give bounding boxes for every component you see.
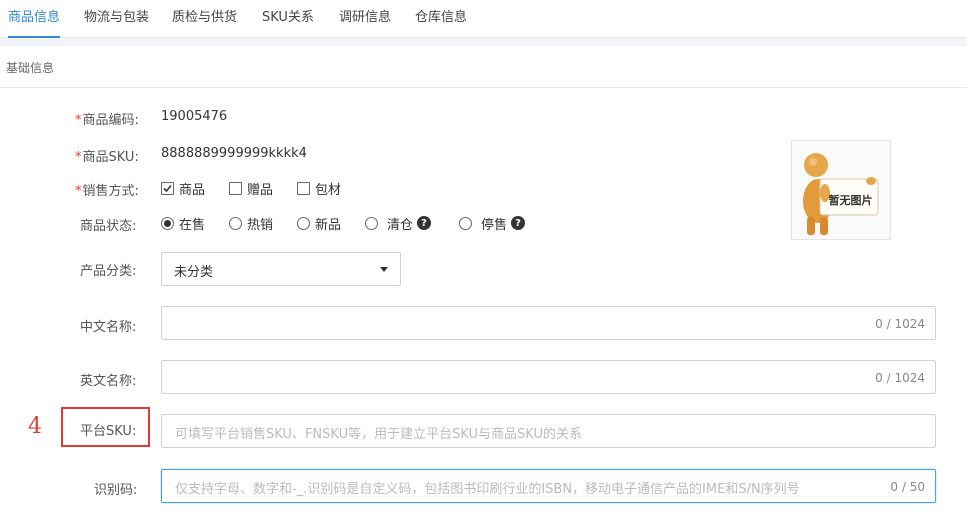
radio-selected-icon[interactable] [161,216,174,230]
en-name-input[interactable]: 0 / 1024 [161,360,936,394]
status-option-label: 在售 [179,217,206,233]
status-option-new[interactable]: 新品 [297,214,342,233]
help-icon[interactable]: ? [417,216,432,230]
status-option-clearance[interactable]: 清仓 ? [365,214,432,233]
ident-code-placeholder: 仅支持字母、数字和-_.识别码是自定义码，包括图书印刷行业的ISBN，移动电子通… [175,482,800,497]
ident-code-input[interactable]: 仅支持字母、数字和-_.识别码是自定义码，包括图书印刷行业的ISBN，移动电子通… [161,469,936,503]
status-option-on-sale[interactable]: 在售 [161,214,206,233]
checkbox-unchecked-icon[interactable] [297,181,310,195]
sale-mode-option-goods[interactable]: 商品 [161,179,206,198]
status-label: 商品状态: [80,219,137,234]
required-mark: * [75,113,82,128]
no-image-text: 暂无图片 [828,194,873,207]
product-sku-value: 8888889999999kkkk4 [161,146,307,161]
tab-sku-relation[interactable]: SKU关系 [262,0,314,38]
platform-sku-label: 平台SKU: [80,424,137,439]
product-sku-label-text: 商品SKU: [82,150,139,165]
annotation-marker: 4 [28,414,42,439]
help-icon[interactable]: ? [511,216,526,230]
char-counter: 0 / 50 [890,480,925,494]
caret-down-icon [380,267,388,272]
en-name-label: 英文名称: [80,374,137,389]
platform-sku-placeholder: 可填写平台销售SKU、FNSKU等，用于建立平台SKU与商品SKU的关系 [175,427,582,442]
status-option-label: 清仓 [387,217,414,233]
tab-logistics-packaging[interactable]: 物流与包装 [84,0,149,38]
platform-sku-input[interactable]: 可填写平台销售SKU、FNSKU等，用于建立平台SKU与商品SKU的关系 [161,414,936,448]
radio-unselected-icon[interactable] [459,216,472,230]
tab-research-info[interactable]: 调研信息 [339,0,391,38]
ident-code-label: 识别码: [94,483,138,498]
status-option-hot[interactable]: 热销 [229,214,274,233]
no-image-figure-icon [803,153,879,235]
cn-name-label: 中文名称: [80,320,137,335]
checkbox-checked-icon[interactable] [161,181,174,195]
product-code-value: 19005476 [161,109,228,124]
tab-quality-supply[interactable]: 质检与供货 [172,0,237,38]
product-image-placeholder[interactable]: 暂无图片 [791,140,891,240]
product-code-label-text: 商品编码: [82,113,139,128]
char-counter: 0 / 1024 [875,371,925,385]
product-sku-label: *商品SKU: [75,146,139,165]
status-option-discontinued[interactable]: 停售 ? [459,214,526,233]
status-option-label: 热销 [247,217,274,233]
category-select[interactable]: 未分类 [161,252,401,286]
sale-mode-option-label: 包材 [315,182,342,198]
category-select-value: 未分类 [174,265,214,280]
tab-warehouse-info[interactable]: 仓库信息 [415,0,467,38]
sale-mode-option-label: 赠品 [247,182,274,198]
sale-mode-option-label: 商品 [179,182,206,198]
section-header: 基础信息 [0,46,967,88]
status-option-label: 新品 [315,217,342,233]
category-label: 产品分类: [80,264,137,279]
radio-unselected-icon[interactable] [229,216,242,230]
radio-unselected-icon[interactable] [297,216,310,230]
product-code-label: *商品编码: [75,109,139,128]
tab-product-info[interactable]: 商品信息 [8,0,61,38]
tab-bar: 商品信息 物流与包装 质检与供货 SKU关系 调研信息 仓库信息 [0,0,967,38]
required-mark: * [75,150,82,165]
radio-unselected-icon[interactable] [365,216,378,230]
cn-name-input[interactable]: 0 / 1024 [161,306,936,340]
status-option-label: 停售 [481,217,508,233]
sale-mode-label-text: 销售方式: [82,184,139,199]
tab-content-separator [0,38,967,46]
sale-mode-option-gift[interactable]: 赠品 [229,179,274,198]
required-mark: * [75,184,82,199]
checkbox-unchecked-icon[interactable] [229,181,242,195]
char-counter: 0 / 1024 [875,317,925,331]
sale-mode-option-packaging[interactable]: 包材 [297,179,342,198]
section-title: 基础信息 [6,61,55,75]
sale-mode-label: *销售方式: [75,180,139,199]
